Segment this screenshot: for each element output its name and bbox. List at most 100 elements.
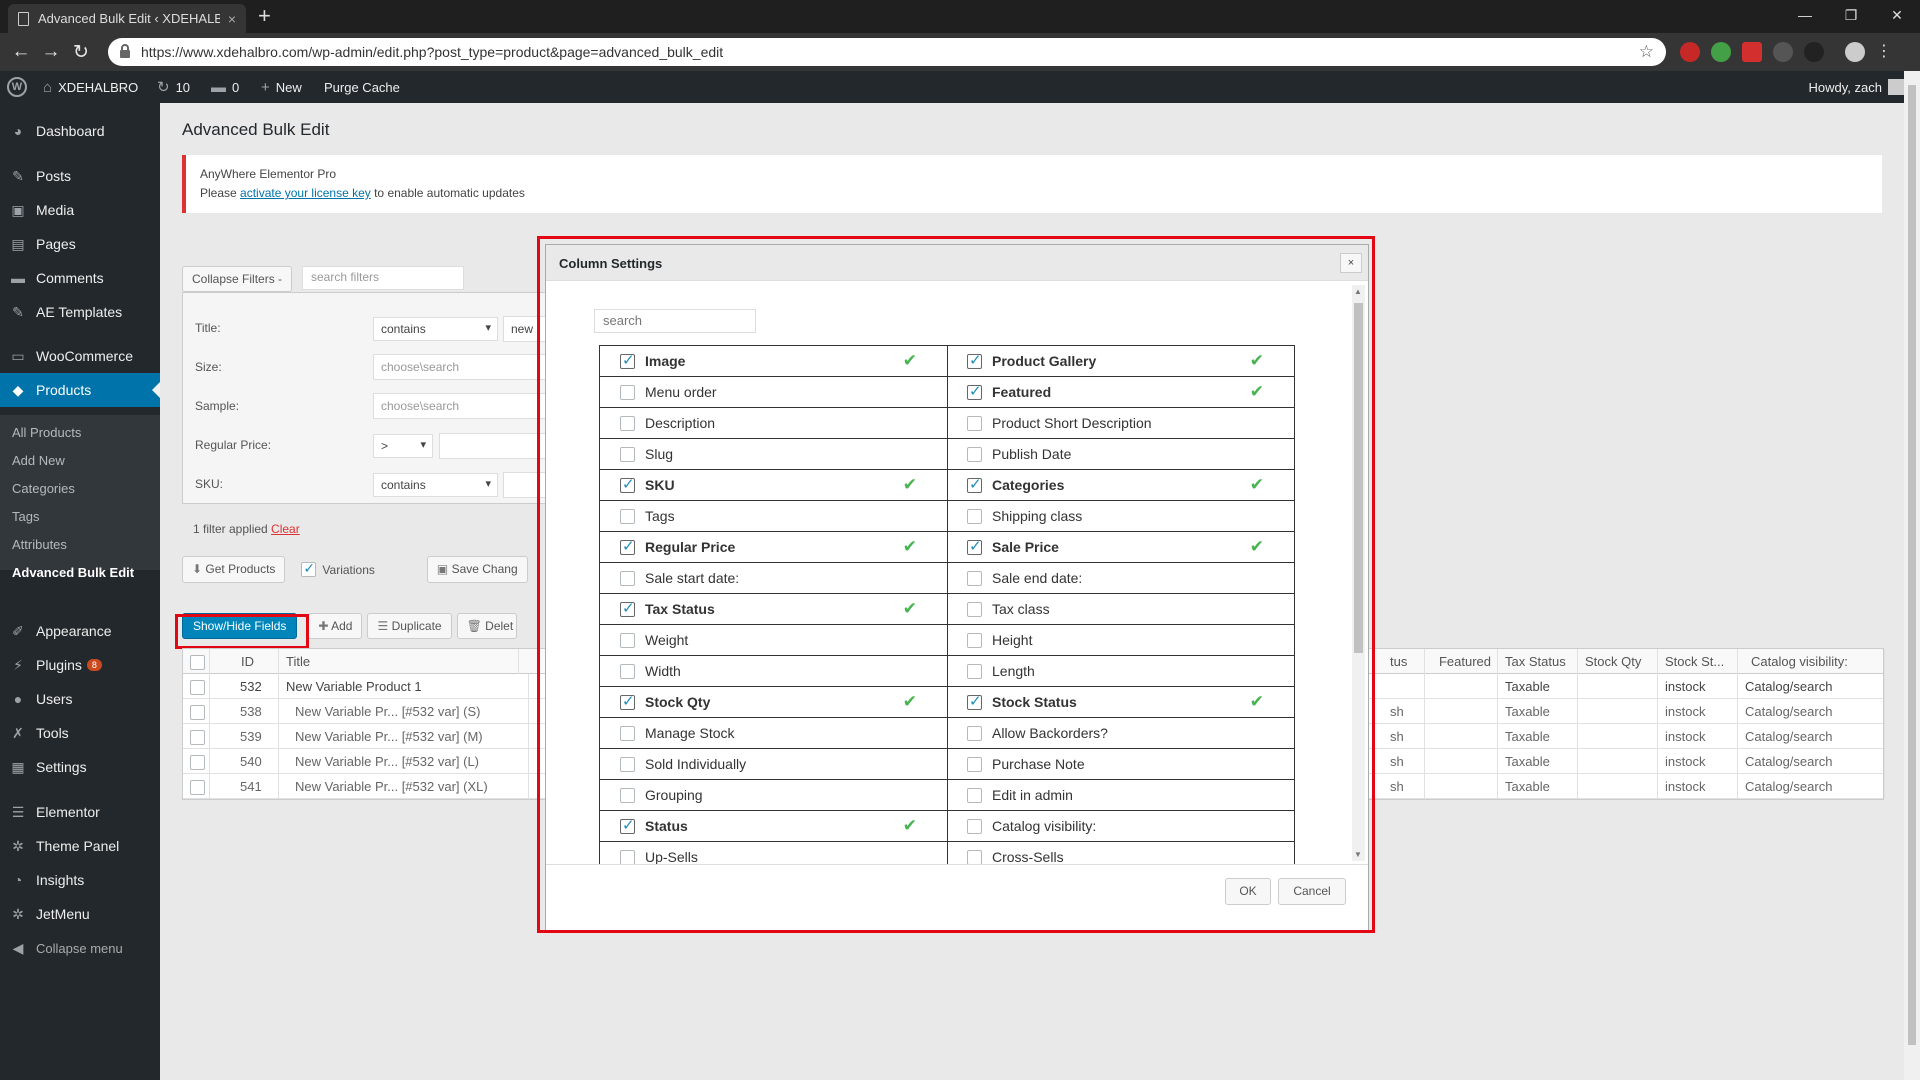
sidebar-item-collapse-menu[interactable]: ◀ Collapse menu [0,931,160,965]
minimize-icon[interactable]: — [1782,0,1828,30]
activate-license-link[interactable]: activate your license key [240,186,371,200]
extension-green-icon[interactable] [1711,42,1731,62]
site-name-link[interactable]: ⌂ XDEHALBRO [43,71,138,103]
row-title-cell[interactable]: New Variable Pr... [#532 var] (S) [279,699,529,724]
row-id-cell[interactable]: 540 [210,749,279,774]
row-featured-cell[interactable] [1425,674,1498,699]
row-checkbox[interactable] [190,680,205,696]
get-products-button[interactable]: ⬇ Get Products [182,556,286,583]
add-button[interactable]: ✚ Add [308,613,363,639]
collapse-filters-button[interactable]: Collapse Filters - [182,266,293,292]
row-checkbox[interactable] [190,730,205,746]
col-status-header[interactable]: tus [1383,649,1425,674]
sidebar-item-comments[interactable]: ▬ Comments [0,261,160,295]
row-catalog-cell[interactable]: Catalog/search [1738,749,1885,774]
reload-icon[interactable]: ↻ [66,37,96,67]
row-title-cell[interactable]: New Variable Product 1 [279,674,529,699]
search-filters-input[interactable]: search filters [302,266,464,290]
address-bar[interactable]: https://www.xdehalbro.com/wp-admin/edit.… [108,38,1666,66]
row-tax-cell[interactable]: Taxable [1498,724,1578,749]
row-select-cell[interactable] [183,674,210,699]
sku-operator-select[interactable]: contains [373,473,498,497]
title-operator-select[interactable]: contains [373,317,498,341]
row-stockstatus-cell[interactable]: instock [1658,749,1738,774]
chrome-menu-icon[interactable]: ⋮ [1876,42,1892,62]
row-featured-cell[interactable] [1425,699,1498,724]
sidebar-item-plugins[interactable]: ⚡ Plugins 8 [0,648,160,682]
row-select-cell[interactable] [183,699,210,724]
row-tax-cell[interactable]: Taxable [1498,774,1578,799]
row-select-cell[interactable] [183,749,210,774]
profile-icon[interactable] [1845,42,1865,62]
page-scroll-thumb[interactable] [1908,85,1916,1045]
submenu-tags[interactable]: Tags [12,509,39,524]
extension-flag-icon[interactable] [1804,42,1824,62]
account-menu[interactable]: Howdy, zach [1809,71,1904,103]
row-stockstatus-cell[interactable]: instock [1658,699,1738,724]
comments-link[interactable]: ▬ 0 [211,71,239,103]
row-status-cell[interactable]: sh [1383,699,1425,724]
row-tax-cell[interactable]: Taxable [1498,749,1578,774]
row-status-cell[interactable]: sh [1383,774,1425,799]
col-stockstatus-header[interactable]: Stock St... [1658,649,1738,674]
row-id-cell[interactable]: 539 [210,724,279,749]
updates-link[interactable]: ↻ 10 [157,71,190,103]
close-window-icon[interactable]: ✕ [1874,0,1920,30]
sidebar-item-users[interactable]: ● Users [0,682,160,716]
row-stockstatus-cell[interactable]: instock [1658,724,1738,749]
back-arrow-icon[interactable]: ← [6,37,36,67]
row-featured-cell[interactable] [1425,724,1498,749]
submenu-all-products[interactable]: All Products [12,425,81,440]
row-stockstatus-cell[interactable]: instock [1658,774,1738,799]
sidebar-item-jetmenu[interactable]: ✲ JetMenu [0,897,160,931]
col-catalog-header[interactable]: Catalog visibility: [1738,649,1885,674]
sidebar-item-pages[interactable]: ▤ Pages [0,227,160,261]
save-changes-button[interactable]: ▣ Save Chang [426,556,528,583]
new-content-link[interactable]: + New [261,71,302,103]
row-tax-cell[interactable]: Taxable [1498,674,1578,699]
col-id-header[interactable]: ID [210,649,279,674]
forward-arrow-icon[interactable]: → [36,37,66,67]
row-stockqty-cell[interactable] [1578,749,1658,774]
extension-pencil-icon[interactable] [1773,42,1793,62]
row-title-cell[interactable]: New Variable Pr... [#532 var] (M) [279,724,529,749]
browser-tab[interactable]: Advanced Bulk Edit ‹ XDEHALBRO × [8,4,246,33]
row-status-cell[interactable] [1383,674,1425,699]
sidebar-item-theme-panel[interactable]: ✲ Theme Panel [0,829,160,863]
ublock-icon[interactable] [1680,42,1700,62]
row-stockqty-cell[interactable] [1578,774,1658,799]
row-checkbox[interactable] [190,755,205,771]
row-catalog-cell[interactable]: Catalog/search [1738,724,1885,749]
col-featured-header[interactable]: Featured [1425,649,1498,674]
sidebar-item-tools[interactable]: ✗ Tools [0,716,160,750]
price-operator-select[interactable]: > [373,434,433,458]
row-tax-cell[interactable]: Taxable [1498,699,1578,724]
sidebar-item-appearance[interactable]: ✐ Appearance [0,614,160,648]
submenu-attributes[interactable]: Attributes [12,537,67,552]
submenu-advanced-bulk-edit[interactable]: Advanced Bulk Edit [12,565,134,580]
purge-cache-link[interactable]: Purge Cache [324,71,400,103]
row-stockqty-cell[interactable] [1578,724,1658,749]
tab-close-icon[interactable]: × [228,11,236,27]
row-select-cell[interactable] [183,724,210,749]
sidebar-item-ae-templates[interactable]: ✎ AE Templates [0,295,160,329]
row-stockqty-cell[interactable] [1578,674,1658,699]
sidebar-item-woocommerce[interactable]: ▭ WooCommerce [0,339,160,373]
row-status-cell[interactable]: sh [1383,724,1425,749]
clear-filters-link[interactable]: Clear [271,522,300,536]
row-title-cell[interactable]: New Variable Pr... [#532 var] (XL) [279,774,529,799]
col-title-header[interactable]: Title [279,649,519,674]
bookmark-star-icon[interactable]: ☆ [1639,42,1654,62]
row-id-cell[interactable]: 538 [210,699,279,724]
duplicate-button[interactable]: ☰ Duplicate [367,613,452,639]
sidebar-item-posts[interactable]: ✎ Posts [0,159,160,193]
row-catalog-cell[interactable]: Catalog/search [1738,774,1885,799]
sidebar-item-insights[interactable]: ◔ Insights [0,863,160,897]
col-stockqty-header[interactable]: Stock Qty [1578,649,1658,674]
submenu-add-new[interactable]: Add New [12,453,65,468]
delete-button[interactable]: 🗑 Delet [456,613,517,639]
row-id-cell[interactable]: 541 [210,774,279,799]
sidebar-item-elementor[interactable]: ☰ Elementor [0,795,160,829]
col-tax-header[interactable]: Tax Status [1498,649,1578,674]
row-featured-cell[interactable] [1425,774,1498,799]
